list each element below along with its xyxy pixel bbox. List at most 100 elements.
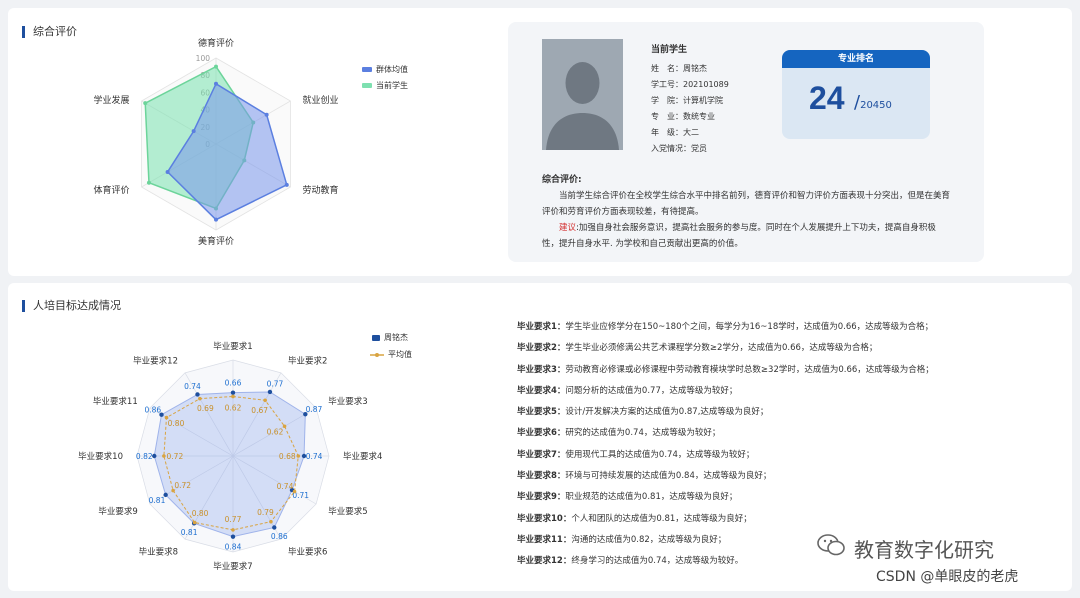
- requirement-text: 设计/开发解决方案的达成值为0.87,达成等级为良好；: [565, 407, 769, 418]
- requirement-row: 毕业要求8：环境与可持续发展的达成值为0.84，达成等级为良好；: [517, 466, 1057, 487]
- requirement-row: 毕业要求7：使用现代工具的达成值为0.74，达成等级为较好；: [517, 445, 1057, 466]
- rank-total: /20450: [854, 92, 892, 113]
- radar-value-label: 0.74: [184, 382, 201, 391]
- student-info: 当前学生 姓 名：周铭杰 学工号：202101089 学 院：计算机学院专 业：数统…: [651, 42, 729, 157]
- requirement-text: 研究的达成值为0.74，达成等级为较好；: [565, 428, 721, 439]
- evaluation-title: 综合评价:: [542, 175, 582, 185]
- legend-average[interactable]: 平均值: [370, 349, 412, 360]
- radar-point: [230, 534, 236, 539]
- info-label: 学工号：: [651, 80, 683, 89]
- radar-point: [214, 64, 218, 69]
- requirement-row: 毕业要求3：劳动教育必修课或必修课程中劳动教育模块学时总数≥32学时，达成值为0…: [517, 360, 1057, 381]
- radar-point: [231, 528, 235, 532]
- info-label: 专 业：: [651, 112, 683, 121]
- requirement-label: 毕业要求9：: [517, 492, 566, 503]
- info-row: 学工号：202101089: [651, 77, 729, 93]
- radar-point: [272, 525, 277, 530]
- radar-point: [214, 81, 218, 86]
- watermark-title: 教育数字化研究: [854, 538, 994, 562]
- requirement-label: 毕业要求4：: [517, 385, 566, 396]
- radar-point: [162, 454, 166, 458]
- legend-label: 当前学生: [376, 81, 408, 90]
- info-value: 大二: [683, 128, 699, 137]
- info-label: 入党情况：: [651, 144, 691, 153]
- requirement-row: 毕业要求2：学生毕业必须修满公共艺术课程学分数≥2学分，达成值为0.66，达成等…: [517, 338, 1057, 359]
- radar-value-label: 0.68: [279, 452, 296, 461]
- requirement-text: 使用现代工具的达成值为0.74，达成等级为较好；: [565, 449, 755, 460]
- radar-axis-label: 毕业要求2: [288, 356, 327, 367]
- requirement-text: 学生毕业应修学分在150~180个之间，每学分为16~18学时，达成值为0.66…: [565, 322, 934, 332]
- radar-point: [296, 454, 301, 458]
- requirement-text: 劳动教育必修课或必修课程中劳动教育模块学时总数≥32学时，达成值为0.66，达成…: [565, 364, 934, 375]
- radar-point: [269, 519, 273, 524]
- radar-axis-label: 就业创业: [302, 94, 338, 106]
- radar-axis-label: 毕业要求1: [213, 341, 252, 352]
- wechat-icon: [817, 534, 845, 556]
- suggestion-label: 建议: [559, 223, 577, 233]
- radar-axis-label: 毕业要求10: [78, 451, 123, 462]
- person-icon: [542, 39, 623, 150]
- radar-axis-label: 毕业要求8: [139, 546, 178, 557]
- info-row: 入党情况：党员: [651, 141, 729, 157]
- radar-value-label: 0.72: [167, 452, 184, 461]
- radar-value-label: 0.74: [306, 452, 323, 461]
- legend-swatch-navy: [372, 334, 380, 341]
- radar-point: [214, 217, 218, 222]
- radar-value-label: 0.87: [306, 405, 323, 414]
- info-row: 专 业：数统专业: [651, 109, 729, 125]
- radar-point: [264, 112, 269, 117]
- info-value: 数统专业: [683, 112, 715, 121]
- requirement-label: 毕业要求2：: [517, 343, 566, 354]
- suggestion-body: 建议:加强自身社会服务意识，提高社会服务的参与度。同时在个人发展提升上下功夫，提…: [542, 220, 952, 252]
- evaluation-text: 综合评价: 当前学生综合评价在全校学生综合水平中排名前列，德育评价和智力评价方面…: [542, 172, 952, 252]
- radar-value-label: 0.80: [192, 509, 209, 518]
- radar-value-label: 0.81: [181, 528, 198, 537]
- radar-point: [230, 390, 236, 395]
- requirement-row: 毕业要求4：问题分析的达成值为0.77，达成等级为较好；: [517, 381, 1057, 402]
- legend-group-mean[interactable]: 群体均值: [362, 64, 408, 75]
- radar-value-label: 0.67: [251, 406, 268, 415]
- requirement-text: 个人和团队的达成值为0.81，达成等级为良好；: [571, 513, 752, 524]
- radar-point: [195, 392, 200, 397]
- legend-current-student[interactable]: 当前学生: [362, 80, 408, 91]
- radar-value-label: 0.77: [267, 379, 284, 388]
- requirements-radar-chart: 0.66 0.770.870.740.710.860.840.810.810.82…: [78, 341, 382, 572]
- avatar-placeholder: [542, 39, 623, 150]
- requirement-text: 终身学习的达成值为0.74，达成等级为较好。: [571, 556, 744, 567]
- requirement-text: 沟通的达成值为0.82，达成等级为良好；: [571, 534, 727, 545]
- requirement-row: 毕业要求5：设计/开发解决方案的达成值为0.87,达成等级为良好；: [517, 402, 1057, 423]
- legend-swatch-blue: [362, 67, 372, 72]
- section-title-overall: 综合评价: [22, 26, 77, 38]
- legend-label: 平均值: [388, 350, 412, 359]
- radar-value-label: 0.74: [277, 482, 294, 491]
- radar-value-label: 0.66: [225, 379, 242, 388]
- rank-value: 24: [809, 80, 845, 116]
- requirement-label: 毕业要求5：: [517, 407, 566, 418]
- radar-point: [143, 101, 148, 106]
- radar-value-label: 0.77: [225, 515, 242, 524]
- radar-axis-label: 劳动教育: [302, 184, 338, 196]
- requirement-row: 毕业要求10：个人和团队的达成值为0.81，达成等级为良好；: [517, 509, 1057, 530]
- radar-point: [198, 396, 202, 401]
- section-title-goals: 人培目标达成情况: [22, 300, 121, 312]
- radar-value-label: 0.79: [257, 508, 274, 517]
- info-value: 周铭杰: [683, 64, 707, 73]
- radar-value-label: 0.80: [168, 419, 185, 428]
- legend-label: 群体均值: [376, 65, 408, 74]
- requirement-row: 毕业要求9：职业规范的达成值为0.81，达成等级为良好；: [517, 487, 1057, 508]
- radar-axis-label: 毕业要求4: [343, 451, 382, 462]
- requirement-label: 毕业要求12：: [517, 556, 572, 567]
- requirement-label: 毕业要求3：: [517, 364, 566, 375]
- legend-student[interactable]: 周铭杰: [372, 332, 408, 343]
- radar-value-label: 0.86: [144, 406, 161, 415]
- radar-axis-label: 毕业要求6: [288, 546, 327, 557]
- radar-point: [192, 520, 197, 525]
- radar-value-label: 0.69: [197, 404, 214, 413]
- rank-card: 专业排名 24 /20450: [782, 50, 930, 139]
- radar-tick-label: 100: [196, 54, 211, 63]
- radar-axis-label: 学业发展: [94, 94, 130, 106]
- info-value: 202101089: [683, 80, 729, 89]
- requirement-text: 环境与可持续发展的达成值为0.84，达成等级为良好；: [565, 471, 772, 482]
- student-panel: 当前学生 姓 名：周铭杰 学工号：202101089 学 院：计算机学院专 业：数统…: [508, 22, 984, 262]
- radar-axis-label: 毕业要求9: [98, 506, 137, 517]
